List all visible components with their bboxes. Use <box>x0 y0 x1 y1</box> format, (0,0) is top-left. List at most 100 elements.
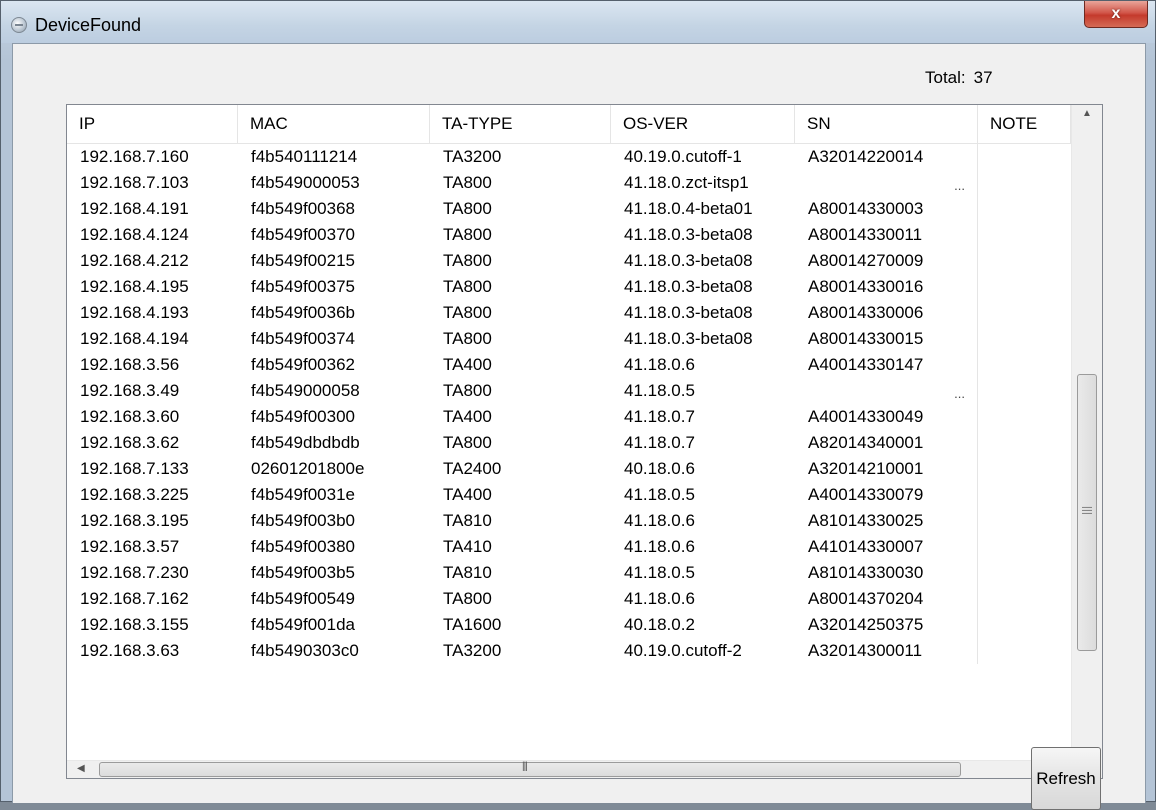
cell-mac: f4b549000053 <box>238 170 430 196</box>
cell-type: TA810 <box>430 508 611 534</box>
table-row[interactable]: 192.168.4.124 f4b549f00370 TA800 41.18.0.3-… <box>67 222 1071 248</box>
cell-type: TA800 <box>430 378 611 404</box>
cell-ip: 192.168.4.191 <box>67 196 238 222</box>
ellipsis-indicator: ... <box>954 386 965 401</box>
column-header-os-ver[interactable]: OS-VER <box>611 105 795 143</box>
cell-mac: f4b549f001da <box>238 612 430 638</box>
table-row[interactable]: 192.168.3.56 f4b549f00362 TA400 41.18.0.6 A4… <box>67 352 1071 378</box>
cell-type: TA800 <box>430 300 611 326</box>
cell-mac: f4b549f00362 <box>238 352 430 378</box>
cell-note <box>978 638 1071 664</box>
cell-sn: A80014330011 <box>795 222 978 248</box>
cell-type: TA800 <box>430 326 611 352</box>
table-row[interactable]: 192.168.3.62 f4b549dbdbdb TA800 41.18.0.7 A8… <box>67 430 1071 456</box>
table-row[interactable]: 192.168.3.155 f4b549f001da TA1600 40.18.0.2… <box>67 612 1071 638</box>
cell-note <box>978 378 1071 404</box>
vertical-scrollbar[interactable]: ▲ ——— ▼ <box>1071 105 1102 760</box>
cell-mac: f4b549f00300 <box>238 404 430 430</box>
cell-sn: A81014330030 <box>795 560 978 586</box>
column-header-note[interactable]: NOTE <box>978 105 1071 143</box>
cell-ip: 192.168.3.60 <box>67 404 238 430</box>
scroll-left-arrow-icon[interactable]: ◀ <box>77 763 85 774</box>
cell-os: 40.18.0.2 <box>611 612 795 638</box>
cell-mac: f4b549f00368 <box>238 196 430 222</box>
table-row[interactable]: 192.168.7.162 f4b549f00549 TA800 41.18.0.6 A… <box>67 586 1071 612</box>
table-row[interactable]: 192.168.4.191 f4b549f00368 TA800 41.18.0.4-… <box>67 196 1071 222</box>
close-button[interactable]: x <box>1084 1 1148 28</box>
cell-sn: A80014370204 <box>795 586 978 612</box>
app-icon <box>11 17 27 33</box>
cell-os: 41.18.0.3-beta08 <box>611 326 795 352</box>
table-row[interactable]: 192.168.3.225 f4b549f0031e TA400 41.18.0.5 A… <box>67 482 1071 508</box>
table-row[interactable]: 192.168.3.57 f4b549f00380 TA410 41.18.0.6 A4… <box>67 534 1071 560</box>
title-bar[interactable]: DeviceFound <box>1 1 1155 43</box>
cell-type: TA800 <box>430 586 611 612</box>
cell-type: TA1600 <box>430 612 611 638</box>
refresh-button[interactable]: Refresh <box>1031 747 1101 810</box>
cell-note <box>978 248 1071 274</box>
cell-type: TA400 <box>430 482 611 508</box>
cell-note <box>978 586 1071 612</box>
column-header-ta-type[interactable]: TA-TYPE <box>430 105 611 143</box>
table-row[interactable]: 192.168.4.212 f4b549f00215 TA800 41.18.0.3-… <box>67 248 1071 274</box>
cell-sn: A32014300011 <box>795 638 978 664</box>
table-row[interactable]: 192.168.4.194 f4b549f00374 TA800 41.18.0.3-… <box>67 326 1071 352</box>
cell-os: 40.19.0.cutoff-1 <box>611 144 795 170</box>
column-header-sn[interactable]: SN <box>795 105 978 143</box>
cell-mac: f4b549f0036b <box>238 300 430 326</box>
table-row[interactable]: 192.168.3.49 f4b549000058 TA800 41.18.0.5..… <box>67 378 1071 404</box>
cell-ip: 192.168.4.194 <box>67 326 238 352</box>
cell-note <box>978 352 1071 378</box>
table-row[interactable]: 192.168.3.195 f4b549f003b0 TA810 41.18.0.6 A… <box>67 508 1071 534</box>
scroll-up-arrow-icon[interactable]: ▲ <box>1082 108 1092 119</box>
table-row[interactable]: 192.168.3.63 f4b5490303c0 TA3200 40.19.0.cu… <box>67 638 1071 664</box>
cell-mac: f4b549f0031e <box>238 482 430 508</box>
cell-os: 41.18.0.6 <box>611 586 795 612</box>
cell-os: 41.18.0.5 <box>611 482 795 508</box>
table-row[interactable]: 192.168.7.160 f4b540111214 TA3200 40.19.0.c… <box>67 144 1071 170</box>
cell-os: 41.18.0.7 <box>611 404 795 430</box>
cell-type: TA800 <box>430 430 611 456</box>
table-row[interactable]: 192.168.7.103 f4b549000053 TA800 41.18.0.zc… <box>67 170 1071 196</box>
cell-os: 41.18.0.zct-itsp1 <box>611 170 795 196</box>
cell-note <box>978 274 1071 300</box>
cell-type: TA3200 <box>430 638 611 664</box>
cell-ip: 192.168.4.193 <box>67 300 238 326</box>
cell-ip: 192.168.3.57 <box>67 534 238 560</box>
cell-note <box>978 170 1071 196</box>
cell-type: TA410 <box>430 534 611 560</box>
table-row[interactable]: 192.168.3.60 f4b549f00300 TA400 41.18.0.7 A4… <box>67 404 1071 430</box>
cell-note <box>978 534 1071 560</box>
cell-note <box>978 326 1071 352</box>
horizontal-scroll-thumb[interactable]: ||| <box>99 761 961 777</box>
total-count: Total: 37 <box>925 68 993 88</box>
cell-os: 41.18.0.3-beta08 <box>611 300 795 326</box>
cell-sn: A82014340001 <box>795 430 978 456</box>
cell-os: 41.18.0.6 <box>611 534 795 560</box>
cell-sn: A80014330015 <box>795 326 978 352</box>
cell-note <box>978 430 1071 456</box>
cell-note <box>978 612 1071 638</box>
table-row[interactable]: 192.168.4.193 f4b549f0036b TA800 41.18.0.3-… <box>67 300 1071 326</box>
cell-ip: 192.168.3.195 <box>67 508 238 534</box>
column-header-mac[interactable]: MAC <box>238 105 430 143</box>
table-row[interactable]: 192.168.7.230 f4b549f003b5 TA810 41.18.0.5 A… <box>67 560 1071 586</box>
cell-type: TA800 <box>430 222 611 248</box>
cell-sn: A40014330147 <box>795 352 978 378</box>
cell-ip: 192.168.3.63 <box>67 638 238 664</box>
cell-sn: A40014330049 <box>795 404 978 430</box>
column-header-ip[interactable]: IP <box>67 105 238 143</box>
cell-ip: 192.168.7.230 <box>67 560 238 586</box>
cell-type: TA800 <box>430 196 611 222</box>
table-row[interactable]: 192.168.4.195 f4b549f00375 TA800 41.18.0.3-… <box>67 274 1071 300</box>
cell-mac: f4b549dbdbdb <box>238 430 430 456</box>
cell-mac: f4b540111214 <box>238 144 430 170</box>
device-list[interactable]: IP MAC TA-TYPE OS-VER SN NOTE 192.168.7.… <box>66 104 1103 779</box>
vertical-scroll-thumb[interactable]: — — — <box>1077 374 1097 651</box>
cell-type: TA2400 <box>430 456 611 482</box>
cell-note <box>978 560 1071 586</box>
cell-mac: f4b549f00380 <box>238 534 430 560</box>
client-area: Total: 37 IP MAC TA-TYPE OS-VER SN NOTE 1… <box>12 43 1146 810</box>
horizontal-scrollbar[interactable]: ◀ ||| ▶ <box>67 760 1071 778</box>
table-row[interactable]: 192.168.7.133 02601201800e TA2400 40.18.0.6… <box>67 456 1071 482</box>
